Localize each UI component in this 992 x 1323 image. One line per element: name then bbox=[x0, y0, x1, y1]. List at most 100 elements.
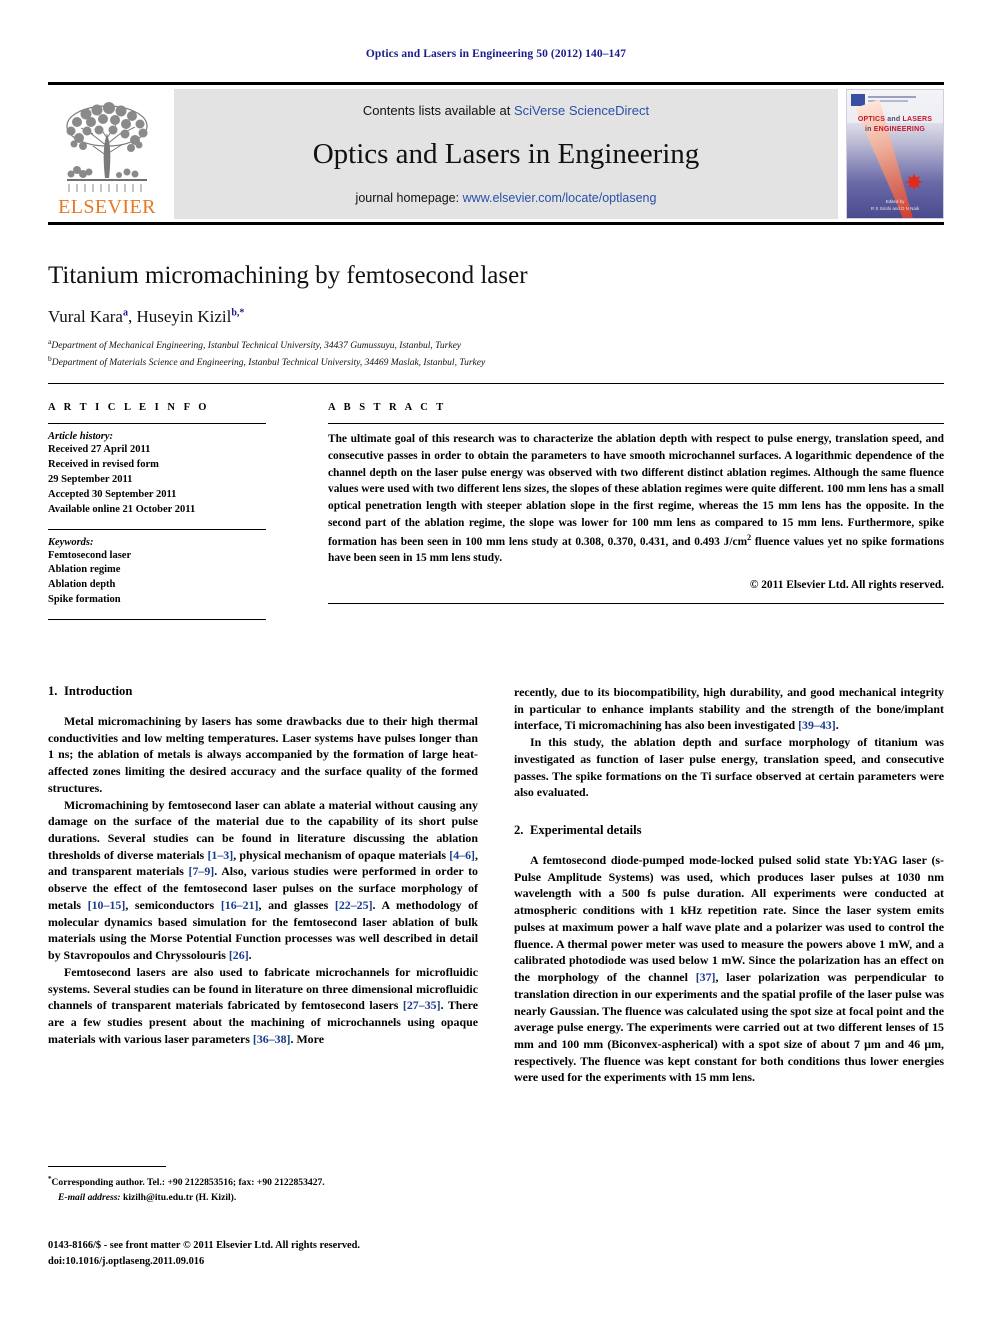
citation-ref[interactable]: [7–9] bbox=[188, 864, 214, 878]
title-block: Titanium micromachining by femtosecond l… bbox=[48, 262, 944, 371]
abstract-copyright: © 2011 Elsevier Ltd. All rights reserved… bbox=[749, 578, 944, 591]
experimental-paragraph-1: A femtosecond diode-pumped mode-locked p… bbox=[514, 852, 944, 1086]
citation-ref[interactable]: [27–35] bbox=[403, 998, 441, 1012]
corresponding-author-note: *Corresponding author. Tel.: +90 2122853… bbox=[48, 1174, 478, 1205]
keyword-item: Ablation regime bbox=[48, 564, 121, 576]
journal-masthead: ELSEVIER Contents lists available at Sci… bbox=[48, 82, 944, 225]
history-item: Received 27 April 2011 bbox=[48, 444, 151, 455]
issn-copyright-line: 0143-8166/$ - see front matter © 2011 El… bbox=[48, 1240, 361, 1251]
body-column-right: recently, due to its biocompatibility, h… bbox=[514, 684, 944, 1086]
article-info-column: A R T I C L E I N F O Article history: R… bbox=[48, 402, 280, 627]
history-item: 29 September 2011 bbox=[48, 473, 133, 485]
cover-chip-line-1 bbox=[868, 96, 916, 98]
abstract-heading: A B S T R A C T bbox=[328, 402, 447, 413]
exp-p1-b: , laser polarization was perpendicular t… bbox=[514, 970, 944, 1085]
elsevier-tree-icon bbox=[66, 102, 148, 192]
affiliation-a-text: Department of Mechanical Engineering, Is… bbox=[51, 340, 462, 351]
citation-ref[interactable]: [1–3] bbox=[207, 848, 233, 862]
journal-homepage-link[interactable]: www.elsevier.com/locate/optlaseng bbox=[463, 191, 657, 205]
affiliation-a: aDepartment of Mechanical Engineering, I… bbox=[48, 337, 944, 354]
keyword-item: Spike formation bbox=[48, 594, 121, 606]
abstract-part-1: The ultimate goal of this research was t… bbox=[328, 433, 944, 548]
doi-line[interactable]: doi:10.1016/j.optlaseng.2011.09.016 bbox=[48, 1254, 508, 1270]
cover-editor-names: R S Sirohi and D N Naik bbox=[870, 205, 920, 211]
email-line: E-mail address: kizilh@itu.edu.tr (H. Ki… bbox=[48, 1191, 478, 1205]
masthead-bottom-rule bbox=[48, 222, 944, 225]
intro-p2-f: , and glasses bbox=[258, 897, 335, 912]
history-item: Accepted 30 September 2011 bbox=[48, 488, 177, 500]
intro-p2-h: . bbox=[248, 948, 252, 963]
info-abstract-columns: A R T I C L E I N F O Article history: R… bbox=[48, 402, 944, 627]
keywords-heading: Keywords: bbox=[48, 536, 94, 548]
cover-laser-spark-icon: ✸ bbox=[904, 170, 924, 195]
masthead-top-rule bbox=[48, 82, 944, 85]
page-title: Titanium micromachining by femtosecond l… bbox=[48, 262, 528, 289]
journal-homepage-line: journal homepage: www.elsevier.com/locat… bbox=[356, 191, 657, 205]
citation-ref[interactable]: [22–25] bbox=[335, 898, 373, 912]
section-number-2: 2. bbox=[514, 823, 524, 838]
email-address[interactable]: kizilh@itu.edu.tr (H. Kizil). bbox=[121, 1192, 236, 1203]
cover-editor-label: Edited by bbox=[885, 199, 905, 205]
intro-p2-b: , physical mechanism of opaque materials bbox=[233, 847, 450, 862]
cover-word-engineering: ENGINEERING bbox=[873, 126, 925, 133]
intro-paragraph-5: In this study, the ablation depth and su… bbox=[514, 735, 944, 800]
history-item: Received in revised form bbox=[48, 458, 159, 470]
intro-paragraph-2: Micromachining by femtosecond laser can … bbox=[48, 797, 478, 964]
abstract-text: The ultimate goal of this research was t… bbox=[328, 431, 944, 567]
article-info-rule-bottom bbox=[48, 619, 266, 621]
section-title-2: Experimental details bbox=[530, 823, 642, 838]
citation-ref[interactable]: [16–21] bbox=[221, 898, 259, 912]
cover-word-lasers: LASERS bbox=[902, 116, 933, 123]
elsevier-wordmark: ELSEVIER bbox=[58, 196, 156, 218]
intro-p2-e: , semiconductors bbox=[125, 897, 221, 912]
cover-word-and: and bbox=[885, 116, 903, 123]
contents-prefix: Contents lists available at bbox=[362, 103, 514, 118]
history-item: Available online 21 October 2011 bbox=[48, 503, 196, 515]
intro-p3-c: . More bbox=[290, 1031, 324, 1046]
paper-page: Optics and Lasers in Engineering 50 (201… bbox=[0, 0, 992, 1323]
cover-title-line-1: OPTICS and LASERS bbox=[847, 116, 943, 123]
info-abstract-block: A R T I C L E I N F O Article history: R… bbox=[48, 383, 944, 627]
section-heading-introduction: 1. Introduction bbox=[48, 684, 478, 699]
citation-ref[interactable]: [39–43] bbox=[798, 718, 836, 732]
citation-ref[interactable]: [4–6] bbox=[449, 848, 475, 862]
email-label: E-mail address: bbox=[58, 1191, 121, 1203]
homepage-prefix: journal homepage: bbox=[355, 190, 463, 205]
article-info-heading: A R T I C L E I N F O bbox=[48, 402, 210, 413]
section-title-1: Introduction bbox=[64, 684, 133, 698]
abstract-rule-top bbox=[328, 423, 944, 424]
masthead-body: ELSEVIER Contents lists available at Sci… bbox=[48, 89, 944, 219]
info-block-top-rule bbox=[48, 383, 944, 384]
article-info-rule-top bbox=[48, 423, 266, 424]
keyword-item: Ablation depth bbox=[48, 579, 116, 591]
journal-title: Optics and Lasers in Engineering bbox=[312, 137, 700, 170]
article-info-rule-middle bbox=[48, 528, 266, 530]
sciencedirect-link[interactable]: SciVerse ScienceDirect bbox=[514, 103, 649, 118]
affiliation-b-text: Department of Materials Science and Engi… bbox=[51, 357, 486, 368]
intro-paragraph-4: recently, due to its biocompatibility, h… bbox=[514, 684, 944, 734]
citation-ref[interactable]: [10–15] bbox=[88, 898, 126, 912]
intro-paragraph-3: Femtosecond lasers are also used to fabr… bbox=[48, 964, 478, 1048]
exp-p1-a: A femtosecond diode-pumped mode-locked p… bbox=[514, 853, 944, 985]
abstract-rule-bottom bbox=[328, 602, 944, 604]
author-name-1: Vural Kara bbox=[48, 306, 123, 326]
citation-ref[interactable]: [26] bbox=[229, 948, 249, 962]
author-name-2: Huseyin Kizil bbox=[136, 306, 232, 326]
author-list: Vural Karaa, Huseyin Kizilb,* bbox=[48, 307, 944, 327]
citation-ref[interactable]: [37] bbox=[696, 970, 716, 984]
body-columns: 1. Introduction Metal micromachining by l… bbox=[48, 684, 944, 1086]
cover-elsevier-chip-icon bbox=[851, 94, 865, 106]
abstract-column: A B S T R A C T The ultimate goal of thi… bbox=[280, 402, 944, 627]
cover-editor-credit: Edited by R S Sirohi and D N Naik bbox=[847, 199, 943, 212]
cover-word-optics: OPTICS bbox=[857, 116, 886, 123]
masthead-center-panel: Contents lists available at SciVerse Sci… bbox=[174, 89, 838, 219]
journal-cover-thumbnail: OPTICS and LASERS in ENGINEERING ✸ Edite… bbox=[846, 89, 944, 219]
affiliation-b: bDepartment of Materials Science and Eng… bbox=[48, 354, 944, 371]
imprint-block: 0143-8166/$ - see front matter © 2011 El… bbox=[48, 1238, 508, 1269]
cover-title-line-2: in ENGINEERING bbox=[847, 126, 943, 133]
citation-ref[interactable]: [36–38] bbox=[253, 1032, 291, 1046]
keyword-item: Femtosecond laser bbox=[48, 549, 132, 561]
contents-list-line: Contents lists available at SciVerse Sci… bbox=[363, 103, 649, 118]
article-history-heading: Article history: bbox=[48, 431, 114, 442]
corresponding-author-text: Corresponding author. Tel.: +90 21228535… bbox=[51, 1177, 325, 1189]
